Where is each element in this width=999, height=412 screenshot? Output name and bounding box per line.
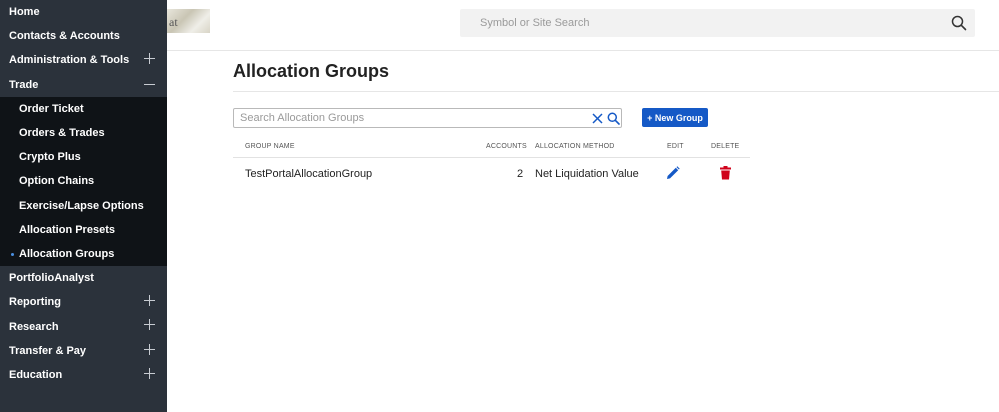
sidebar-item-crypto-plus[interactable]: Crypto Plus xyxy=(0,145,167,169)
brand-logo-text: at xyxy=(169,15,178,29)
page-title: Allocation Groups xyxy=(233,61,390,81)
allocation-group-search-input[interactable] xyxy=(234,109,574,127)
title-divider xyxy=(233,91,999,92)
brand-logo[interactable]: at xyxy=(167,9,210,33)
plus-icon[interactable] xyxy=(144,319,155,331)
trade-submenu: Order Ticket Orders & Trades Crypto Plus… xyxy=(0,96,167,267)
sidebar-item-label: Exercise/Lapse Options xyxy=(19,199,144,212)
sidebar-item-label: Allocation Groups xyxy=(19,247,115,260)
sidebar-item-label: Option Chains xyxy=(19,175,95,188)
app-root: Home Contacts & Accounts Administration … xyxy=(0,0,999,412)
header-divider xyxy=(167,50,999,51)
sidebar-item-label: Trade xyxy=(9,78,39,91)
sidebar-item-reporting[interactable]: Reporting xyxy=(0,290,167,314)
plus-icon[interactable] xyxy=(144,53,155,65)
sidebar-item-research[interactable]: Research xyxy=(0,314,167,338)
minus-icon[interactable] xyxy=(144,83,155,85)
sidebar-item-label: Administration & Tools xyxy=(9,54,130,67)
sidebar-item-label: Transfer & Pay xyxy=(9,344,87,357)
sidebar-item-label: Education xyxy=(9,368,63,381)
sidebar-item-allocation-groups[interactable]: Allocation Groups xyxy=(0,242,167,266)
sidebar-item-administration-tools[interactable]: Administration & Tools xyxy=(0,48,167,72)
accounts-cell: 2 xyxy=(517,168,524,180)
sidebar-item-label: Research xyxy=(9,320,59,333)
sidebar-item-order-ticket[interactable]: Order Ticket xyxy=(0,97,167,121)
column-header-accounts[interactable]: ACCOUNTS xyxy=(486,143,527,150)
column-header-delete: DELETE xyxy=(711,143,740,150)
sidebar-item-label: Orders & Trades xyxy=(19,127,105,140)
sidebar-item-home[interactable]: Home xyxy=(0,0,167,24)
column-header-allocation-method[interactable]: ALLOCATION METHOD xyxy=(535,143,615,150)
allocation-group-search-box xyxy=(233,108,622,128)
column-header-group-name[interactable]: GROUP NAME xyxy=(245,143,295,150)
search-icon[interactable] xyxy=(607,112,620,125)
sidebar-item-allocation-presets[interactable]: Allocation Presets xyxy=(0,218,167,242)
sidebar-item-label: Reporting xyxy=(9,296,61,309)
site-search-input[interactable] xyxy=(460,9,930,37)
pencil-icon[interactable] xyxy=(666,166,680,180)
plus-icon[interactable] xyxy=(144,343,155,355)
allocation-method-cell: Net Liquidation Value xyxy=(535,168,639,180)
sidebar-item-exercise-lapse-options[interactable]: Exercise/Lapse Options xyxy=(0,194,167,218)
new-group-button[interactable]: + New Group xyxy=(642,108,708,127)
site-search-box xyxy=(460,9,975,37)
sidebar-item-trade[interactable]: Trade xyxy=(0,72,167,97)
active-indicator-icon xyxy=(11,252,14,256)
group-name-cell: TestPortalAllocationGroup xyxy=(245,168,373,180)
sidebar-item-education[interactable]: Education xyxy=(0,363,167,387)
plus-icon[interactable] xyxy=(144,295,155,307)
table-header-divider xyxy=(233,157,750,158)
column-header-edit: EDIT xyxy=(667,143,684,150)
clear-icon[interactable] xyxy=(592,113,603,124)
trash-icon[interactable] xyxy=(719,166,732,180)
sidebar-item-portfolioanalyst[interactable]: PortfolioAnalyst xyxy=(0,266,167,290)
sidebar-item-label: Allocation Presets xyxy=(19,223,115,236)
sidebar-item-label: Home xyxy=(9,6,40,19)
sidebar-item-orders-trades[interactable]: Orders & Trades xyxy=(0,121,167,145)
sidebar-item-option-chains[interactable]: Option Chains xyxy=(0,169,167,193)
sidebar-item-label: Order Ticket xyxy=(19,102,84,115)
sidebar-item-label: PortfolioAnalyst xyxy=(9,272,94,285)
sidebar-item-contacts-accounts[interactable]: Contacts & Accounts xyxy=(0,24,167,48)
plus-icon[interactable] xyxy=(144,367,155,379)
sidebar-item-label: Contacts & Accounts xyxy=(9,30,120,43)
sidebar-nav: Home Contacts & Accounts Administration … xyxy=(0,0,167,412)
search-icon[interactable] xyxy=(951,15,967,31)
sidebar-item-transfer-pay[interactable]: Transfer & Pay xyxy=(0,339,167,363)
sidebar-item-label: Crypto Plus xyxy=(19,151,81,164)
